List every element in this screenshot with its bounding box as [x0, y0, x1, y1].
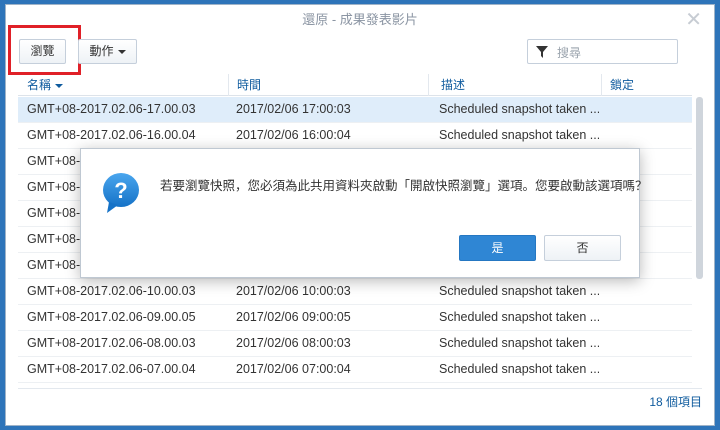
table-row[interactable]: GMT+08-2017.02.06-07.00.04 2017/02/06 07:… — [18, 357, 692, 383]
row-name-cell: GMT+08-2017.02.06-16.00.04 — [27, 128, 196, 142]
row-time-cell: 2017/02/06 08:00:03 — [236, 336, 351, 350]
chevron-down-icon — [117, 49, 126, 54]
browse-button[interactable]: 瀏覽 — [19, 39, 66, 64]
row-name-cell: GMT+08-2017.02.06-08.00.03 — [27, 336, 196, 350]
row-time-cell: 2017/02/06 16:00:04 — [236, 128, 351, 142]
row-name-cell: GMT+08-2017.02.06-09.00.05 — [27, 310, 196, 324]
table-row[interactable]: GMT+08-2017.02.06-09.00.05 2017/02/06 09:… — [18, 305, 692, 331]
column-header-lock[interactable]: 鎖定 — [601, 74, 692, 96]
vertical-scrollbar[interactable] — [696, 97, 703, 279]
table-row[interactable]: GMT+08-2017.02.06-16.00.04 2017/02/06 16:… — [18, 123, 692, 149]
row-description-cell: Scheduled snapshot taken ... — [439, 362, 599, 376]
table-footer: 18 個項目 — [18, 388, 702, 414]
row-name-cell: GMT+08-2017.02.06-07.00.04 — [27, 362, 196, 376]
item-count: 18 個項目 — [649, 395, 702, 409]
row-name-cell: GMT+08-2017.02.06-10.00.03 — [27, 284, 196, 298]
dialog-message: 若要瀏覽快照，您必須為此共用資料夾啟動「開啟快照瀏覽」選項。您要啟動該選項嗎？ — [160, 179, 648, 193]
row-time-cell: 2017/02/06 10:00:03 — [236, 284, 351, 298]
table-row[interactable]: GMT+08-2017.02.06-17.00.03 2017/02/06 17:… — [18, 97, 692, 123]
row-description-cell: Scheduled snapshot taken ... — [439, 336, 599, 350]
table-row[interactable]: GMT+08-2017.02.06-10.00.03 2017/02/06 10:… — [18, 279, 692, 305]
table-row[interactable]: GMT+08-2017.02.06-08.00.03 2017/02/06 08:… — [18, 331, 692, 357]
column-header-time[interactable]: 時間 — [228, 74, 428, 96]
yes-button[interactable]: 是 — [459, 235, 536, 261]
row-description-cell: Scheduled snapshot taken ... — [439, 128, 599, 142]
row-time-cell: 2017/02/06 09:00:05 — [236, 310, 351, 324]
confirm-dialog: ? 若要瀏覽快照，您必須為此共用資料夾啟動「開啟快照瀏覽」選項。您要啟動該選項嗎… — [80, 148, 648, 278]
sort-desc-icon — [55, 83, 64, 88]
no-button[interactable]: 否 — [544, 235, 621, 261]
search-input[interactable] — [555, 43, 674, 62]
row-time-cell: 2017/02/06 07:00:04 — [236, 362, 351, 376]
row-time-cell: 2017/02/06 17:00:03 — [236, 102, 351, 116]
action-button[interactable]: 動作 — [78, 39, 137, 64]
filter-icon — [536, 46, 548, 58]
row-description-cell: Scheduled snapshot taken ... — [439, 310, 599, 324]
question-icon: ? — [103, 173, 139, 213]
column-header-name[interactable]: 名稱 — [27, 74, 64, 96]
row-name-cell: GMT+08-2017.02.06-17.00.03 — [27, 102, 196, 116]
row-description-cell: Scheduled snapshot taken ... — [439, 102, 599, 116]
search-box[interactable] — [527, 39, 678, 64]
table-header: 名稱 時間 描述 鎖定 — [18, 74, 692, 96]
action-button-label: 動作 — [89, 44, 114, 58]
row-description-cell: Scheduled snapshot taken ... — [439, 284, 599, 298]
close-icon[interactable]: ✕ — [685, 7, 702, 32]
svg-text:?: ? — [114, 178, 127, 203]
window-title: 還原 - 成果發表影片 — [302, 12, 418, 27]
column-header-description[interactable]: 描述 — [428, 74, 601, 96]
